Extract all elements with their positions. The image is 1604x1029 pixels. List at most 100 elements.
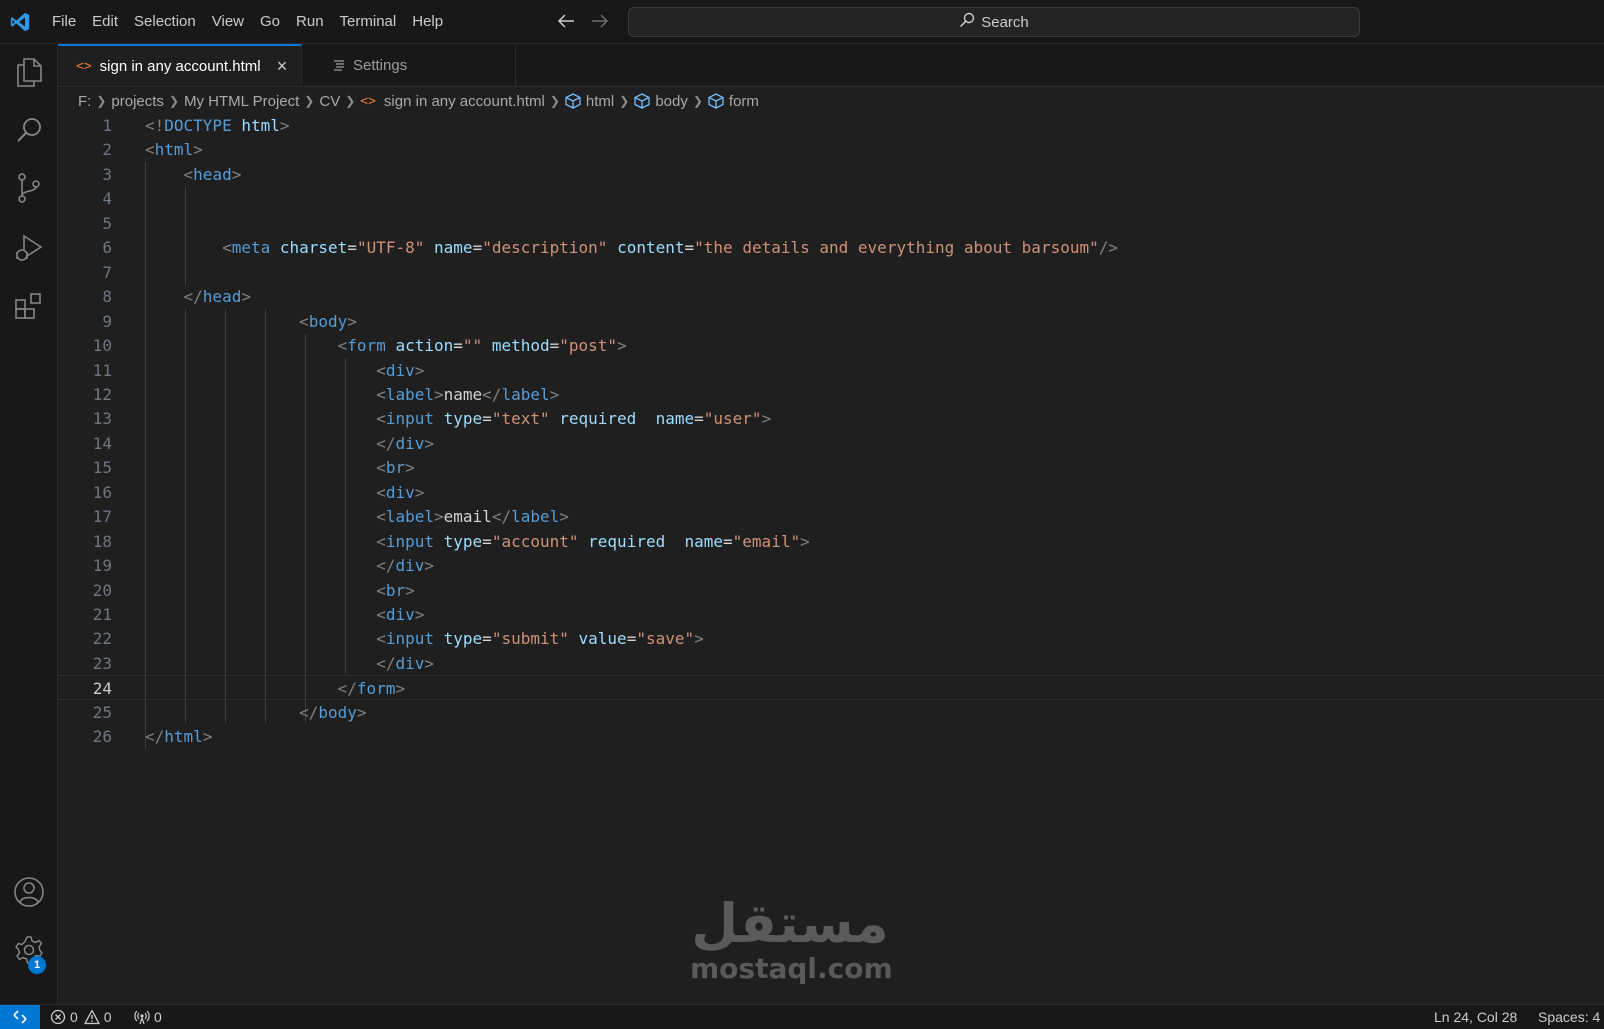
code-line[interactable]: 16 <div> (58, 480, 1604, 505)
code-editor[interactable]: 1 <!DOCTYPE html> 2 <html> 3 <head> 4 5 6 <meta… (58, 113, 1604, 1003)
code-token: "submit" (491, 629, 569, 649)
go-back-icon[interactable] (556, 10, 576, 32)
broadcast-icon (134, 1010, 150, 1025)
source-control-icon[interactable] (0, 164, 57, 212)
breadcrumb-folder[interactable]: My HTML Project (184, 93, 299, 110)
code-token: < (337, 336, 348, 356)
ports-count: 0 (154, 1009, 162, 1025)
menu-file[interactable]: File (44, 7, 84, 37)
html-file-icon: <> (360, 93, 376, 109)
menu-terminal[interactable]: Terminal (332, 7, 405, 37)
search-view-icon[interactable] (0, 106, 57, 154)
code-token: "user" (703, 409, 762, 429)
explorer-icon[interactable] (0, 48, 57, 96)
run-and-debug-icon[interactable] (0, 224, 57, 272)
code-token: > (231, 164, 242, 184)
code-line[interactable]: 25 </body> (58, 700, 1604, 725)
code-line[interactable]: 10 <form action="" method="post"> (58, 333, 1604, 358)
breadcrumb-file[interactable]: <> sign in any account.html (360, 93, 545, 110)
line-number: 26 (92, 727, 112, 747)
remote-indicator-icon[interactable] (0, 1005, 40, 1029)
navigation-arrows (556, 10, 610, 32)
code-line[interactable]: 13 <input type="text" required name="use… (58, 406, 1604, 431)
code-token: html (154, 140, 194, 160)
code-line[interactable]: 7 (58, 260, 1604, 285)
code-line[interactable]: 18 <input type="account" required name="… (58, 529, 1604, 554)
menu-run[interactable]: Run (288, 7, 332, 37)
menu-view[interactable]: View (204, 7, 252, 37)
code-line[interactable]: 14 </div> (58, 431, 1604, 456)
manage-gear-icon[interactable]: 1 (0, 926, 57, 974)
tab-bar: <> sign in any account.html × Settings (58, 44, 1604, 87)
tab-sign-in-any-account[interactable]: <> sign in any account.html × (58, 44, 302, 86)
cursor-position[interactable]: Ln 24, Col 28 (1434, 1005, 1517, 1029)
code-line[interactable]: 23 </div> (58, 651, 1604, 676)
code-token: < (376, 409, 386, 429)
code-line[interactable]: 12 <label>name</label> (58, 382, 1604, 407)
code-token: "the details and everything about barsou… (694, 238, 1099, 258)
code-line[interactable]: 6 <meta charset="UTF-8" name="descriptio… (58, 235, 1604, 260)
code-line[interactable]: 21 <div> (58, 602, 1604, 627)
breadcrumb-drive[interactable]: F: (78, 93, 91, 110)
indentation-setting[interactable]: Spaces: 4 (1538, 1005, 1600, 1029)
code-token: input (385, 531, 434, 551)
extensions-icon[interactable] (0, 282, 57, 330)
status-bar: 0 0 0 Ln 24, Col 28 Spaces: 4 (0, 1004, 1604, 1029)
code-line[interactable]: 24 </form> (58, 675, 1604, 701)
code-line[interactable]: 8 </head> (58, 284, 1604, 309)
code-text: <head> (145, 162, 242, 187)
line-number: 6 (102, 238, 112, 258)
breadcrumb-symbol-body[interactable]: body (634, 93, 688, 110)
code-token: "account" (491, 531, 579, 551)
go-forward-icon[interactable] (590, 10, 610, 32)
breadcrumb-symbol-form[interactable]: form (708, 93, 759, 110)
chevron-right-icon: ❯ (96, 94, 107, 108)
menu-go[interactable]: Go (252, 7, 288, 37)
code-line[interactable]: 20 <br> (58, 578, 1604, 603)
code-line[interactable]: 9 <body> (58, 309, 1604, 334)
breadcrumb-symbol-html[interactable]: html (565, 93, 614, 110)
menu-help[interactable]: Help (404, 7, 451, 37)
accounts-icon[interactable] (0, 868, 57, 916)
code-line[interactable]: 3 <head> (58, 162, 1604, 187)
menu-selection[interactable]: Selection (126, 7, 204, 37)
code-token: > (414, 360, 425, 380)
code-token: method (491, 336, 550, 356)
command-center-search[interactable]: Search (628, 7, 1360, 37)
menu-edit[interactable]: Edit (84, 7, 126, 37)
tab-settings[interactable]: Settings (303, 44, 516, 86)
code-line[interactable]: 2 <html> (58, 137, 1604, 162)
code-line[interactable]: 22 <input type="submit" value="save"> (58, 626, 1604, 651)
code-token: > (559, 507, 569, 527)
code-token: = (694, 409, 704, 429)
symbol-cube-icon (634, 93, 650, 109)
code-token: > (414, 482, 425, 502)
code-line[interactable]: 4 (58, 186, 1604, 211)
close-icon[interactable]: × (273, 56, 291, 76)
code-line[interactable]: 1 <!DOCTYPE html> (58, 113, 1604, 138)
code-token: </ (299, 702, 319, 722)
line-number: 21 (92, 605, 112, 624)
breadcrumb-folder[interactable]: projects (111, 93, 164, 110)
code-line[interactable]: 17 <label>email</label> (58, 504, 1604, 529)
code-token: > (241, 287, 251, 307)
line-number: 4 (102, 189, 112, 209)
code-line[interactable]: 15 <br> (58, 455, 1604, 480)
html-file-icon: <> (76, 58, 92, 74)
code-line[interactable]: 11 <div> (58, 358, 1604, 383)
code-line[interactable]: 19 </div> (58, 553, 1604, 578)
breadcrumb-folder[interactable]: CV (319, 93, 340, 110)
code-line[interactable]: 5 (58, 211, 1604, 236)
code-line[interactable]: 26 </html> (58, 724, 1604, 749)
problems-indicator[interactable]: 0 0 (50, 1005, 112, 1029)
ports-indicator[interactable]: 0 (134, 1005, 162, 1029)
code-token: "" (462, 336, 483, 356)
